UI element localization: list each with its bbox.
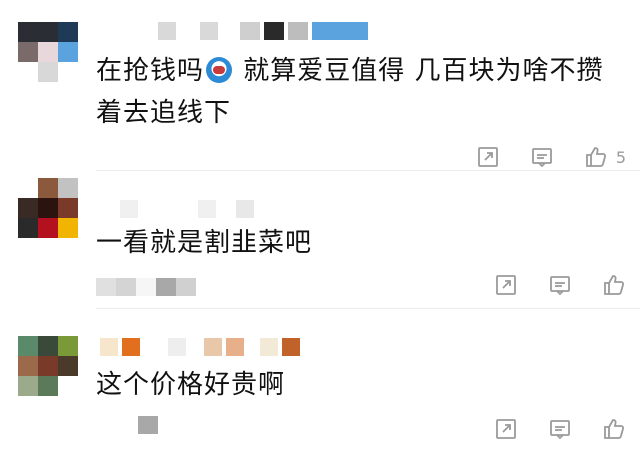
comment-item: 一看就是割韭菜吧 [0, 172, 640, 306]
like-button[interactable]: 5 [584, 145, 626, 169]
avatar-pixel [58, 376, 78, 396]
comment-text: 这个价格好贵啊 [96, 370, 286, 400]
comment-actions [494, 416, 626, 442]
shocked-face-emoji-icon [206, 57, 233, 83]
comment-meta-blurred [96, 416, 158, 434]
share-icon [494, 417, 518, 441]
username-blurred[interactable] [100, 200, 254, 218]
avatar-pixel [18, 336, 38, 356]
avatar-pixel [58, 178, 78, 198]
comment-text-part: 在抢钱吗 [96, 56, 205, 86]
avatar-pixel [18, 376, 38, 396]
username-blurred[interactable] [100, 22, 368, 40]
divider [96, 170, 640, 171]
avatar-pixel [18, 178, 38, 198]
avatar-pixel [58, 336, 78, 356]
avatar-pixel [18, 62, 38, 82]
avatar-pixel [18, 22, 38, 42]
avatar-pixel [38, 376, 58, 396]
avatar-pixel [38, 356, 58, 376]
like-button[interactable] [602, 417, 626, 441]
avatar[interactable] [18, 22, 78, 82]
like-icon [602, 273, 626, 297]
avatar-pixel [58, 218, 78, 238]
comment-meta-blurred [96, 278, 196, 296]
avatar-pixel [38, 42, 58, 62]
comment-item: 这个价格好贵啊 [0, 308, 640, 453]
comment-actions: 5 [476, 144, 626, 170]
avatar-pixel [58, 42, 78, 62]
reply-button[interactable] [530, 145, 554, 169]
share-button[interactable] [476, 145, 500, 169]
share-button[interactable] [494, 417, 518, 441]
avatar-pixel [18, 218, 38, 238]
avatar-pixel [38, 336, 58, 356]
comment-icon [548, 273, 572, 297]
avatar-pixel [38, 218, 58, 238]
avatar-pixel [38, 198, 58, 218]
share-icon [476, 145, 500, 169]
avatar-pixel [18, 42, 38, 62]
avatar-pixel [58, 62, 78, 82]
comment-icon [548, 417, 572, 441]
avatar-pixel [58, 198, 78, 218]
comment-text: 在抢钱吗 就算爱豆值得 几百块为啥不攒着去追线下 [96, 50, 616, 134]
reply-button[interactable] [548, 417, 572, 441]
avatar[interactable] [18, 178, 78, 238]
like-icon [602, 417, 626, 441]
avatar-pixel [58, 22, 78, 42]
username-blurred[interactable] [100, 338, 300, 356]
like-icon [584, 145, 608, 169]
avatar[interactable] [18, 336, 78, 396]
share-button[interactable] [494, 273, 518, 297]
comment-item: 在抢钱吗 就算爱豆值得 几百块为啥不攒着去追线下 5 [0, 0, 640, 170]
reply-button[interactable] [548, 273, 572, 297]
avatar-pixel [58, 356, 78, 376]
comment-icon [530, 145, 554, 169]
avatar-pixel [38, 22, 58, 42]
comment-text: 一看就是割韭菜吧 [96, 228, 313, 258]
comment-actions [494, 272, 626, 298]
like-button[interactable] [602, 273, 626, 297]
avatar-pixel [18, 356, 38, 376]
avatar-pixel [38, 178, 58, 198]
share-icon [494, 273, 518, 297]
avatar-pixel [38, 62, 58, 82]
avatar-pixel [18, 198, 38, 218]
like-count: 5 [615, 147, 626, 167]
